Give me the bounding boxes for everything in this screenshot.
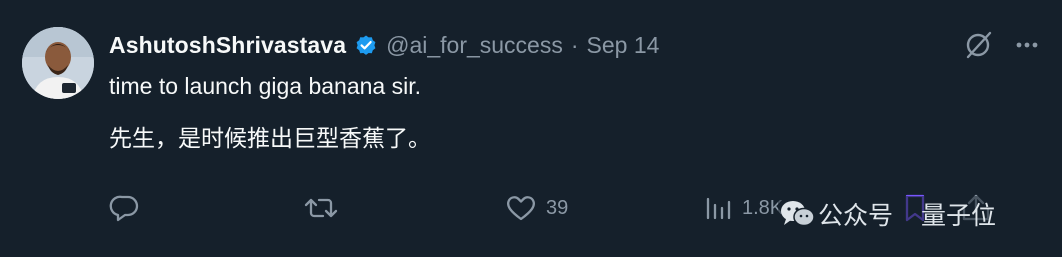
avatar[interactable] [22,27,94,99]
reply-icon [109,195,139,222]
tweet-date[interactable]: Sep 14 [587,32,660,59]
wechat-icon [781,201,815,227]
user-handle[interactable]: @ai_for_success [386,32,563,59]
watermark: 公众号 量子位 [778,196,1005,232]
more-icon[interactable] [1010,28,1044,62]
views-count: 1.8K [742,196,784,219]
grok-icon[interactable] [962,28,996,62]
avatar-image [22,27,94,99]
tweet-text-english: time to launch giga banana sir. [109,73,421,99]
heart-icon [507,196,535,221]
views-icon [706,197,731,220]
display-name[interactable]: AshutoshShrivastava [109,32,346,59]
like-count: 39 [546,196,569,219]
watermark-source: 公众号 [818,201,894,230]
like-button[interactable]: 39 [504,190,568,226]
tweet-text-chinese: 先生，是时候推出巨型香蕉了。 [109,126,431,152]
verified-badge-icon [354,33,378,57]
retweet-button[interactable] [302,190,340,226]
tweet-header: AshutoshShrivastava @ai_for_success · Se… [109,30,659,60]
views-button[interactable]: 1.8K [704,190,783,226]
reply-button[interactable] [108,190,142,226]
tweet-card[interactable]: AshutoshShrivastava @ai_for_success · Se… [0,0,1062,257]
separator-dot: · [570,31,579,58]
watermark-name: 量子位 [921,201,997,230]
retweet-icon [304,198,338,218]
